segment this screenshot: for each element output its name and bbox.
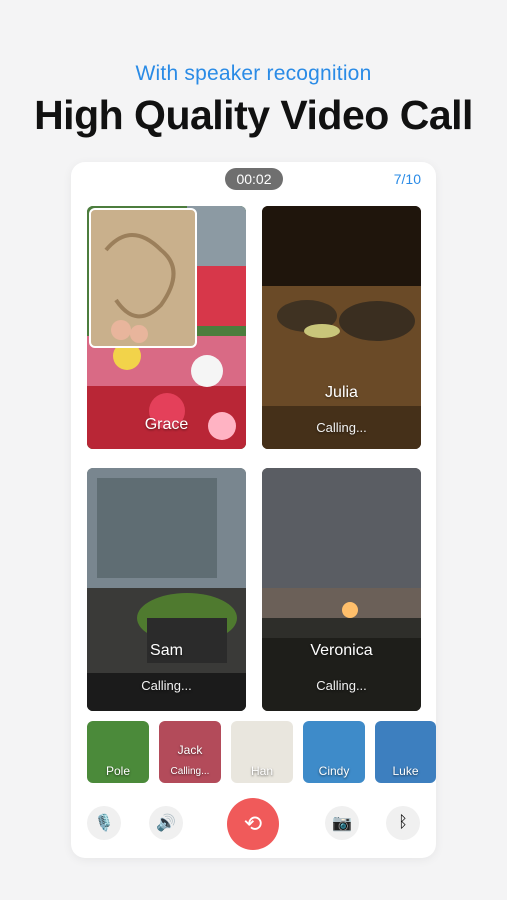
thumbnail-han[interactable]: Han xyxy=(231,721,293,783)
mute-button[interactable]: 🎙️ xyxy=(87,806,121,840)
end-call-icon: ⟲ xyxy=(243,811,263,836)
thumbnail-status: Calling... xyxy=(170,766,210,777)
bluetooth-button[interactable]: ᛒ xyxy=(386,806,420,840)
tile-name: Veronica xyxy=(310,642,373,659)
sand-image xyxy=(104,233,176,343)
call-timer: 00:02 xyxy=(225,168,283,190)
subtitle: With speaker recognition xyxy=(135,62,372,85)
video-tile-sam[interactable]: Sam Calling... xyxy=(87,468,246,711)
headline: High Quality Video Call xyxy=(34,92,473,138)
veronica-video-feed xyxy=(262,468,421,711)
bluetooth-icon: ᛒ xyxy=(398,814,408,831)
video-tile-grace[interactable]: Grace xyxy=(87,206,246,449)
tile-name: Julia xyxy=(325,384,358,401)
video-tile-julia[interactable]: Julia Calling... xyxy=(262,206,421,449)
thumbnail-name: Cindy xyxy=(318,764,350,778)
tile-name: Grace xyxy=(144,416,189,433)
end-call-button[interactable]: ⟲ xyxy=(227,798,279,850)
tile-status: Calling... xyxy=(316,678,367,693)
camera-switch-icon: 📷 xyxy=(332,815,352,832)
thumbnail-name: Pole xyxy=(105,764,131,778)
mic-muted-icon: 🎙️ xyxy=(94,815,114,832)
self-preview[interactable] xyxy=(89,208,197,348)
julia-video-feed xyxy=(262,206,421,449)
tile-status: Calling... xyxy=(316,420,367,435)
thumbnail-pole[interactable]: Pole xyxy=(87,721,149,783)
switch-camera-button[interactable]: 📷 xyxy=(325,806,359,840)
speaker-icon: 🔊 xyxy=(156,815,176,832)
thumbnail-name: Jack xyxy=(177,743,203,757)
thumbnail-luke[interactable]: Luke xyxy=(375,721,436,783)
thumbnail-cindy[interactable]: Cindy xyxy=(303,721,365,783)
video-call-screen: 00:02 7/10 Grace Julia Calling... Sam Ca… xyxy=(71,162,436,858)
thumbnail-jack[interactable]: Jack Calling... xyxy=(159,721,221,783)
video-tile-veronica[interactable]: Veronica Calling... xyxy=(262,468,421,711)
thumbnail-name: Han xyxy=(250,764,273,778)
speaker-button[interactable]: 🔊 xyxy=(149,806,183,840)
sam-video-feed xyxy=(87,468,246,711)
thumbnail-name: Luke xyxy=(392,764,419,778)
tile-status: Calling... xyxy=(141,678,192,693)
tile-name: Sam xyxy=(150,642,183,659)
participant-count: 7/10 xyxy=(393,171,421,187)
